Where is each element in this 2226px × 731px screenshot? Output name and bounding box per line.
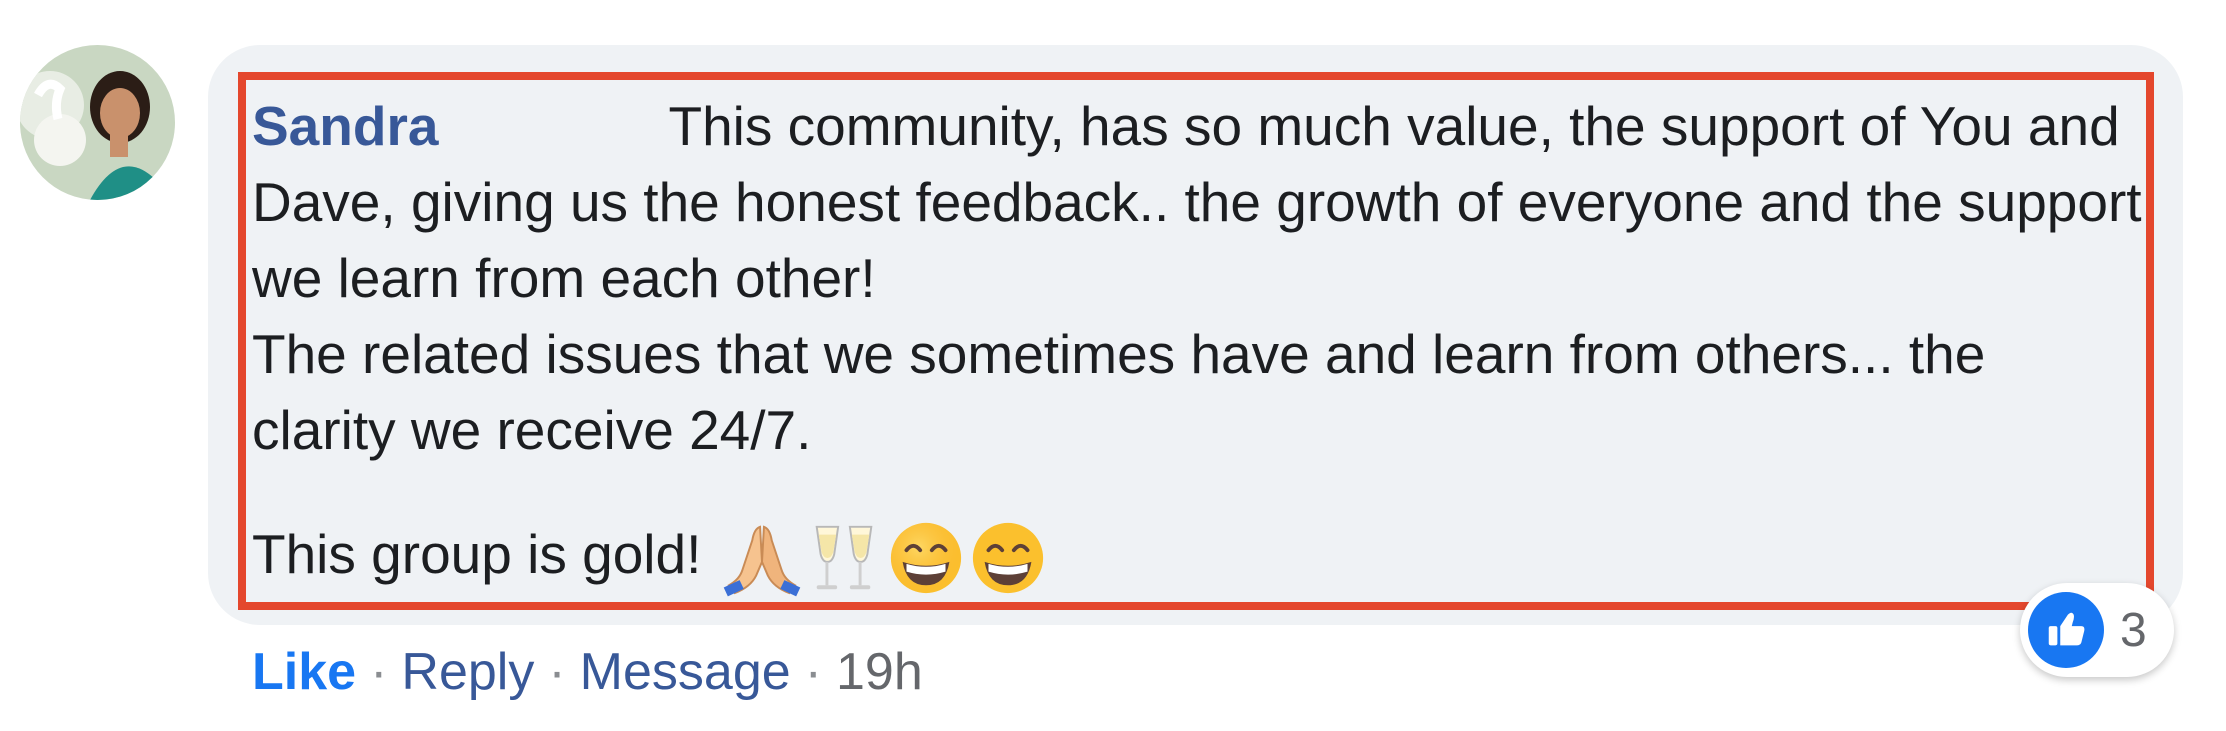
clinking-glasses-icon <box>805 519 883 597</box>
separator: · <box>804 643 822 701</box>
emoji-row <box>723 519 1047 597</box>
separator: · <box>548 643 566 701</box>
folded-hands-icon <box>723 519 801 597</box>
reaction-summary[interactable]: 3 <box>2020 583 2174 677</box>
comment-body: Sandra This community, has so much value,… <box>252 88 2142 597</box>
author-name[interactable]: Sandra <box>252 88 438 164</box>
comment-paragraph-2: The related issues that we sometimes hav… <box>252 323 1986 461</box>
grinning-face-icon <box>887 519 965 597</box>
timestamp[interactable]: 19h <box>836 643 923 701</box>
reply-button[interactable]: Reply <box>401 643 534 701</box>
grinning-face-icon <box>969 519 1047 597</box>
comment-thread: Sandra This community, has so much value,… <box>0 0 2226 731</box>
reaction-count: 3 <box>2120 603 2147 657</box>
separator: · <box>370 643 388 701</box>
comment-actions: Like · Reply · Message · 19h <box>252 636 923 708</box>
comment-paragraph-1: Sandra This community, has so much value,… <box>252 88 2142 316</box>
comment-text-3: This group is gold! <box>252 523 702 585</box>
comment-paragraph-3: This group is gold! <box>252 516 2142 597</box>
like-button[interactable]: Like <box>252 643 356 701</box>
message-button[interactable]: Message <box>580 643 791 701</box>
avatar-image <box>20 45 175 200</box>
avatar[interactable] <box>20 45 175 200</box>
comment-text-1: This community, has so much value, the s… <box>252 95 2142 309</box>
thumbs-up-icon <box>2028 592 2104 668</box>
